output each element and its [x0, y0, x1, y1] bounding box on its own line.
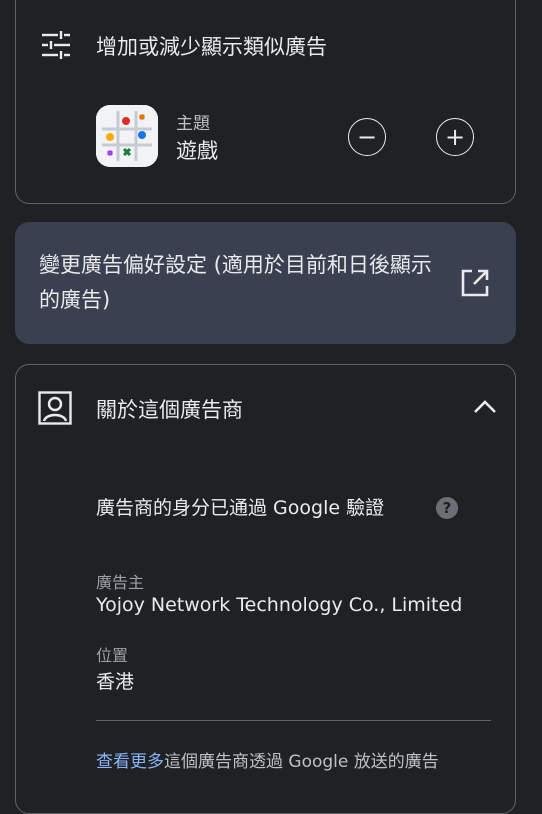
show-fewer-button[interactable]: −: [348, 118, 386, 156]
advertiser-name: Yojoy Network Technology Co., Limited: [96, 594, 463, 616]
help-icon[interactable]: ?: [436, 497, 458, 519]
see-more-row: 查看更多這個廣告商透過 Google 放送的廣告: [96, 747, 439, 772]
open-in-new-icon[interactable]: [460, 268, 490, 302]
ad-frequency-title: 增加或減少顯示類似廣告: [96, 35, 327, 59]
advertiser-label: 廣告主: [96, 573, 145, 592]
ad-settings-text: 變更廣告偏好設定 (適用於目前和日後顯示的廣告): [39, 253, 432, 312]
person-icon: [38, 391, 72, 429]
topic-label: 主題: [176, 114, 210, 134]
plus-icon: +: [444, 123, 466, 151]
location-value: 香港: [96, 671, 135, 693]
show-more-button[interactable]: +: [436, 118, 474, 156]
about-advertiser-title: 關於這個廣告商: [96, 398, 243, 422]
location-label: 位置: [96, 646, 129, 665]
verified-text: 廣告商的身分已通過 Google 驗證: [96, 497, 385, 519]
ad-frequency-card: 增加或減少顯示類似廣告 主題 遊戲 − +: [15, 0, 516, 204]
ad-settings-banner[interactable]: 變更廣告偏好設定 (適用於目前和日後顯示的廣告): [15, 222, 516, 344]
divider: [96, 720, 491, 721]
sliders-icon: [40, 31, 72, 63]
game-app-icon: [96, 105, 158, 167]
topic-name: 遊戲: [176, 139, 218, 163]
see-more-link[interactable]: 查看更多: [96, 752, 164, 772]
about-advertiser-card: 關於這個廣告商 廣告商的身分已通過 Google 驗證 ? 廣告主 Yojoy …: [15, 364, 516, 814]
chevron-up-icon[interactable]: [473, 398, 497, 418]
see-more-text: 這個廣告商透過 Google 放送的廣告: [164, 752, 439, 772]
minus-icon: −: [356, 123, 378, 151]
